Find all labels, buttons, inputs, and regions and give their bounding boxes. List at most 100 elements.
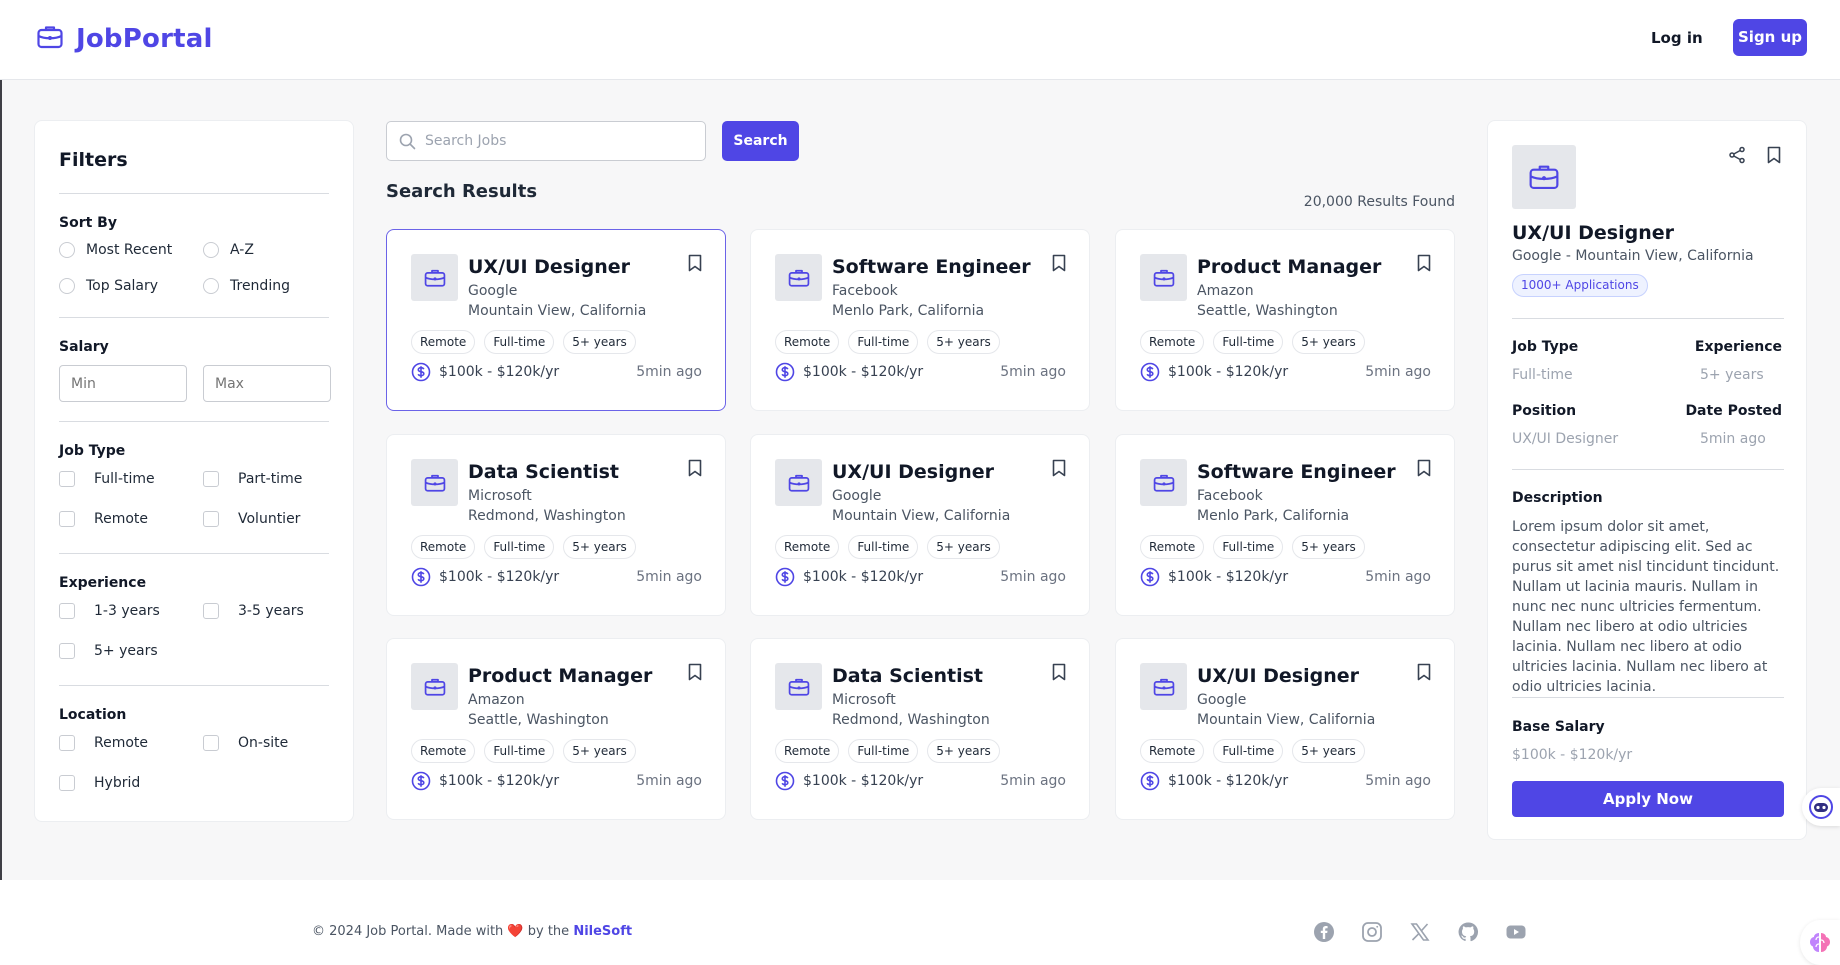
bookmark-icon[interactable] [687,459,703,481]
search-input[interactable] [425,122,695,160]
briefcase-icon [424,269,445,287]
dollar-icon [775,771,795,791]
salary-max-input[interactable] [203,365,331,402]
job-card[interactable]: UX/UI Designer Google Mountain View, Cal… [750,434,1090,616]
job-card[interactable]: Software Engineer Facebook Menlo Park, C… [750,229,1090,411]
facebook-icon[interactable] [1313,921,1335,943]
posted-time: 5min ago [636,364,702,380]
job-card[interactable]: Data Scientist Microsoft Redmond, Washin… [386,434,726,616]
company-name: Microsoft [468,488,532,504]
experience-1-3-years[interactable]: 1-3 years [59,603,160,619]
tag: Remote [1140,535,1205,559]
tag: Full-time [1213,739,1284,763]
brain-assistant-button[interactable] [1800,920,1840,965]
briefcase-icon [1529,165,1559,190]
job-card[interactable]: Data Scientist Microsoft Redmond, Washin… [750,638,1090,820]
company-logo [1140,254,1187,301]
bookmark-icon[interactable] [1051,254,1067,276]
sort-top-salary[interactable]: Top Salary [59,278,158,294]
instagram-icon[interactable] [1361,921,1383,943]
nilesoft-link[interactable]: NileSoft [573,924,632,939]
briefcase-icon [1153,678,1174,696]
github-icon[interactable] [1457,921,1479,943]
divider [59,317,329,318]
job-card[interactable]: Software Engineer Facebook Menlo Park, C… [1115,434,1455,616]
bookmark-icon[interactable] [1416,254,1432,276]
logo[interactable]: JobPortal [36,23,213,55]
base-salary-label: Base Salary [1512,719,1605,735]
job-card[interactable]: UX/UI Designer Google Mountain View, Cal… [386,229,726,411]
tag-list: Remote Full-time 5+ years [411,330,636,354]
tag-list: Remote Full-time 5+ years [411,739,636,763]
bookmark-icon[interactable] [1051,459,1067,481]
checkbox[interactable] [59,471,75,487]
company-name: Amazon [468,692,525,708]
salary-range: $100k - $120k/yr [775,567,923,587]
job-location: Menlo Park, California [832,303,985,319]
job-type-full-time[interactable]: Full-time [59,471,155,487]
divider [59,553,329,554]
bookmark-icon[interactable] [1416,459,1432,481]
search-box [386,121,706,161]
location-on-site[interactable]: On-site [203,735,288,751]
results-count: 20,000 Results Found [1303,194,1455,210]
checkbox[interactable] [203,471,219,487]
radio-button[interactable] [59,242,75,258]
tag: 5+ years [563,330,636,354]
checkbox[interactable] [203,735,219,751]
location-remote[interactable]: Remote [59,735,148,751]
checkbox[interactable] [59,511,75,527]
checkbox[interactable] [203,511,219,527]
job-type-remote[interactable]: Remote [59,511,148,527]
checkbox[interactable] [59,603,75,619]
bookmark-icon[interactable] [687,254,703,276]
tag: 5+ years [563,739,636,763]
dollar-icon [775,362,795,382]
job-type-voluntier[interactable]: Voluntier [203,511,300,527]
radio-button[interactable] [59,278,75,294]
search-button[interactable]: Search [722,121,799,161]
detail-job-title: UX/UI Designer [1512,222,1674,244]
checkbox[interactable] [59,643,75,659]
bookmark-icon[interactable] [687,663,703,685]
job-type-part-time[interactable]: Part-time [203,471,302,487]
tag: Remote [775,739,840,763]
checkbox[interactable] [59,775,75,791]
experience-title: Experience [59,575,147,591]
experience-3-5-years[interactable]: 3-5 years [203,603,304,619]
x-icon[interactable] [1409,921,1431,943]
apply-now-button[interactable]: Apply Now [1512,781,1784,817]
company-logo [1140,459,1187,506]
dollar-icon [411,362,431,382]
sort-most-recent[interactable]: Most Recent [59,242,172,258]
job-location: Mountain View, California [468,303,647,319]
checkbox[interactable] [203,603,219,619]
job-location: Seattle, Washington [468,712,609,728]
share-icon[interactable] [1728,146,1746,168]
youtube-icon[interactable] [1505,921,1527,943]
radio-button[interactable] [203,278,219,294]
job-card[interactable]: UX/UI Designer Google Mountain View, Cal… [1115,638,1455,820]
login-link[interactable]: Log in [1651,22,1703,54]
tag: Full-time [848,739,919,763]
bookmark-icon[interactable] [1416,663,1432,685]
tag: 5+ years [1292,739,1365,763]
bookmark-icon[interactable] [1051,663,1067,685]
sort-a-z[interactable]: A-Z [203,242,254,258]
radio-button[interactable] [203,242,219,258]
signup-button[interactable]: Sign up [1733,19,1807,56]
salary-min-input[interactable] [59,365,187,402]
sort-trending[interactable]: Trending [203,278,290,294]
tag-list: Remote Full-time 5+ years [1140,535,1365,559]
assistant-bot-button[interactable] [1802,788,1840,826]
tag: Full-time [848,330,919,354]
bookmark-icon[interactable] [1766,146,1782,168]
location-title: Location [59,707,127,723]
job-card[interactable]: Product Manager Amazon Seattle, Washingt… [1115,229,1455,411]
briefcase-icon [788,269,809,287]
location-hybrid[interactable]: Hybrid [59,775,140,791]
checkbox[interactable] [59,735,75,751]
job-card[interactable]: Product Manager Amazon Seattle, Washingt… [386,638,726,820]
job-title: Data Scientist [468,461,619,483]
experience-5-plus-years[interactable]: 5+ years [59,643,158,659]
